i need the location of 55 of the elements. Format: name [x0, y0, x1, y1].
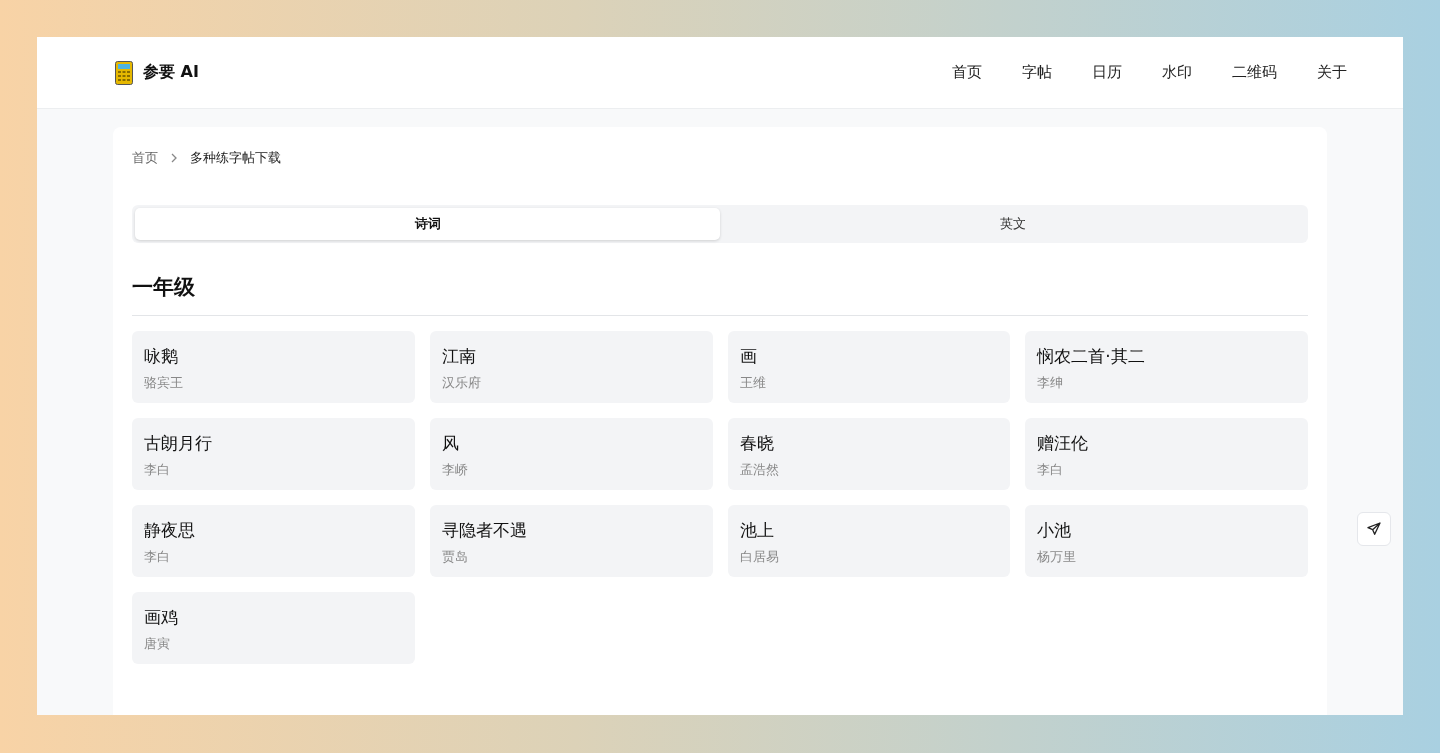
- breadcrumb-link[interactable]: 首页: [132, 149, 158, 167]
- poem-author: 王维: [739, 374, 767, 392]
- poem-title: 画鸡: [144, 606, 179, 629]
- poem-card[interactable]: 小池 杨万里: [1025, 505, 1308, 577]
- poem-title: 悯农二首·其二: [1037, 345, 1146, 368]
- poem-author: 唐寅: [144, 635, 171, 653]
- poem-card[interactable]: 风 李峤: [429, 418, 713, 490]
- poem-title: 风: [441, 432, 460, 455]
- poem-card[interactable]: 画 王维: [727, 331, 1011, 403]
- nav-link[interactable]: 水印: [1142, 63, 1212, 82]
- nav-link[interactable]: 首页: [932, 63, 1002, 82]
- poem-author: 孟浩然: [739, 461, 780, 479]
- poem-author: 李白: [144, 461, 171, 479]
- chevron-icon: [170, 153, 178, 163]
- poem-title: 寻隐者不遇: [441, 519, 528, 542]
- poem-title: 静夜思: [144, 519, 196, 542]
- poem-author: 骆宾王: [144, 374, 184, 392]
- poem-card[interactable]: 江南 汉乐府: [429, 331, 713, 403]
- poem-title: 江南: [441, 345, 477, 368]
- poem-title: 小池: [1037, 519, 1073, 542]
- poem-card[interactable]: 咏鹅 骆宾王: [132, 331, 415, 403]
- poem-author: 李峤: [441, 461, 469, 479]
- poem-card[interactable]: 静夜思 李白: [132, 505, 415, 577]
- poem-author: 贾岛: [441, 548, 469, 566]
- poem-card[interactable]: 古朗月行 李白: [132, 418, 415, 490]
- send-button[interactable]: [1357, 512, 1391, 546]
- tab[interactable]: 诗词: [135, 208, 720, 240]
- poem-title: 池上: [739, 519, 775, 542]
- breadcrumb-current: 多种练字帖下载: [190, 149, 281, 167]
- nav-link[interactable]: 日历: [1072, 63, 1142, 82]
- poem-title: 咏鹅: [144, 345, 179, 368]
- poem-author: 李绅: [1037, 374, 1065, 392]
- poem-card[interactable]: 悯农二首·其二 李绅: [1025, 331, 1308, 403]
- poem-card[interactable]: 寻隐者不遇 贾岛: [429, 505, 713, 577]
- poem-title: 画: [739, 345, 758, 368]
- poem-card[interactable]: 赠汪伦 李白: [1025, 418, 1308, 490]
- poem-author: 杨万里: [1037, 548, 1078, 566]
- poem-title: 春晓: [739, 432, 775, 455]
- poem-title: 古朗月行: [144, 432, 213, 455]
- poem-author: 李白: [1037, 461, 1065, 479]
- nav-link[interactable]: 二维码: [1212, 63, 1297, 82]
- tab[interactable]: 英文: [720, 208, 1305, 240]
- poem-card[interactable]: 池上 白居易: [727, 505, 1011, 577]
- poem-card[interactable]: 春晓 孟浩然: [727, 418, 1011, 490]
- poem-card[interactable]: 画鸡 唐寅: [132, 592, 415, 664]
- nav-link[interactable]: 关于: [1297, 63, 1347, 82]
- poem-author: 李白: [144, 548, 171, 566]
- poem-author: 汉乐府: [441, 374, 482, 392]
- poem-author: 白居易: [739, 548, 780, 566]
- poem-title: 赠汪伦: [1037, 432, 1090, 455]
- calculator-icon: [115, 60, 133, 85]
- paper-plane-icon: [1366, 521, 1382, 537]
- section-heading: 一年级: [132, 273, 1308, 316]
- logo-text[interactable]: 参要 AI: [143, 62, 199, 83]
- nav-link[interactable]: 字帖: [1002, 63, 1072, 82]
